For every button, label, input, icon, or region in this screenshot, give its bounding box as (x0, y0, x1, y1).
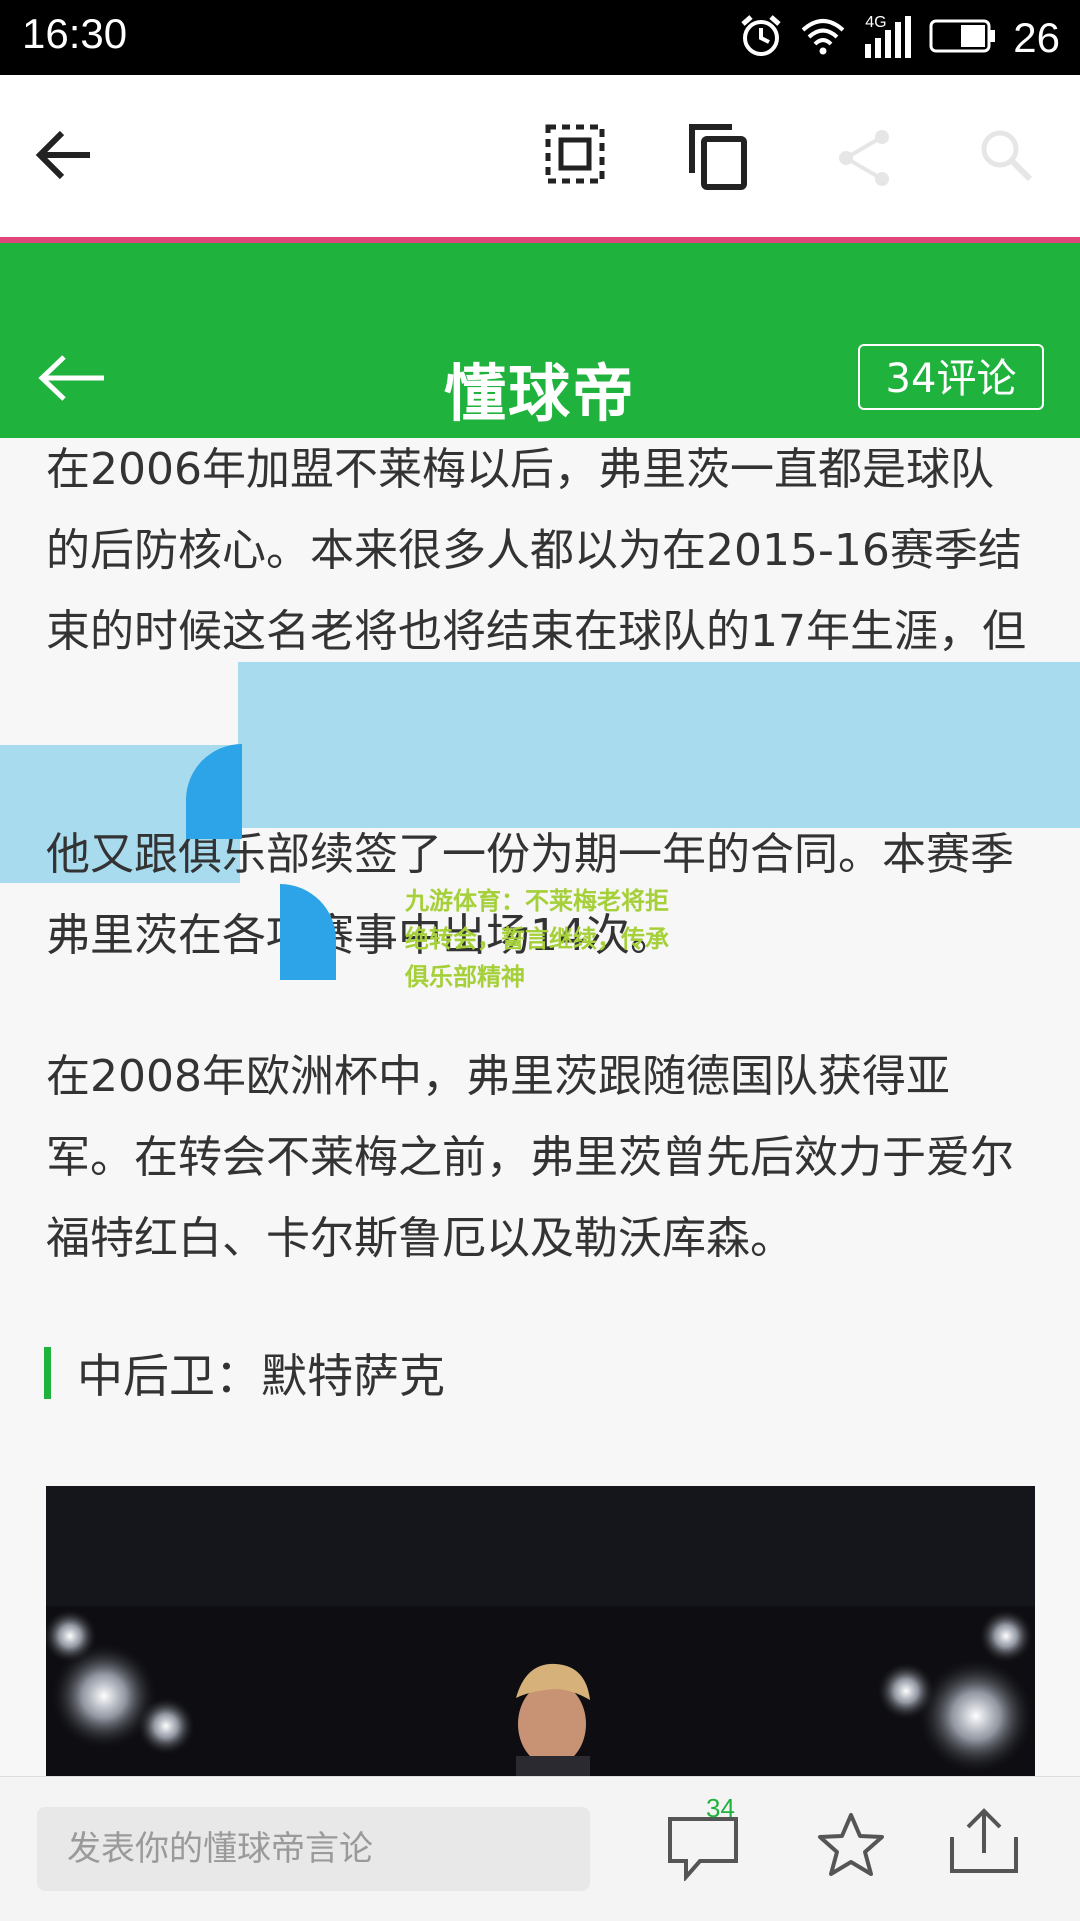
article-paragraph: 在2008年欧洲杯中，弗里茨跟随德国队获得亚军。在转会不莱梅之前，弗里茨曾先后效… (46, 1051, 1014, 1264)
alarm-icon (739, 14, 783, 62)
wifi-icon (799, 16, 847, 60)
copy-icon[interactable] (686, 121, 752, 191)
battery-level: 26 (1013, 14, 1060, 61)
article-photo (46, 1486, 1035, 1776)
comments-button[interactable]: 34评论 (858, 344, 1044, 410)
star-icon[interactable] (816, 1811, 886, 1883)
search-icon[interactable] (978, 127, 1034, 183)
app-header: 懂球帝 34评论 (0, 243, 1080, 438)
share-upload-icon[interactable] (948, 1807, 1020, 1881)
section-heading: 中后卫：默特萨克 (44, 1345, 445, 1403)
status-bar: 16:30 4G 26 (0, 0, 1080, 75)
status-icons: 4G 26 (739, 8, 1060, 68)
comment-icon[interactable] (666, 1815, 740, 1885)
battery-icon (929, 18, 997, 58)
text-selection-highlight (238, 662, 1080, 828)
signal-icon: 4G (863, 14, 913, 62)
section-accent-bar (44, 1347, 51, 1399)
status-time: 16:30 (22, 10, 128, 57)
bottom-bar: 发表你的懂球帝言论 34 (0, 1776, 1080, 1921)
article-paragraph: 在2006年加盟不莱梅以后，弗里茨一直都是球队的后防核心。本来很多人都以为在20… (46, 444, 1026, 657)
select-all-icon[interactable] (544, 123, 606, 185)
overlay-headline: 九游体育：不莱梅老将拒绝转会，誓言继续，传承俱乐部精神 (405, 887, 669, 991)
comment-count-badge: 34 (706, 1793, 735, 1823)
share-icon[interactable] (834, 127, 896, 189)
section-title: 中后卫：默特萨克 (77, 1349, 445, 1403)
selection-toolbar (0, 75, 1080, 237)
comment-input[interactable]: 发表你的懂球帝言论 (37, 1807, 590, 1891)
back-arrow-icon[interactable] (30, 123, 100, 187)
